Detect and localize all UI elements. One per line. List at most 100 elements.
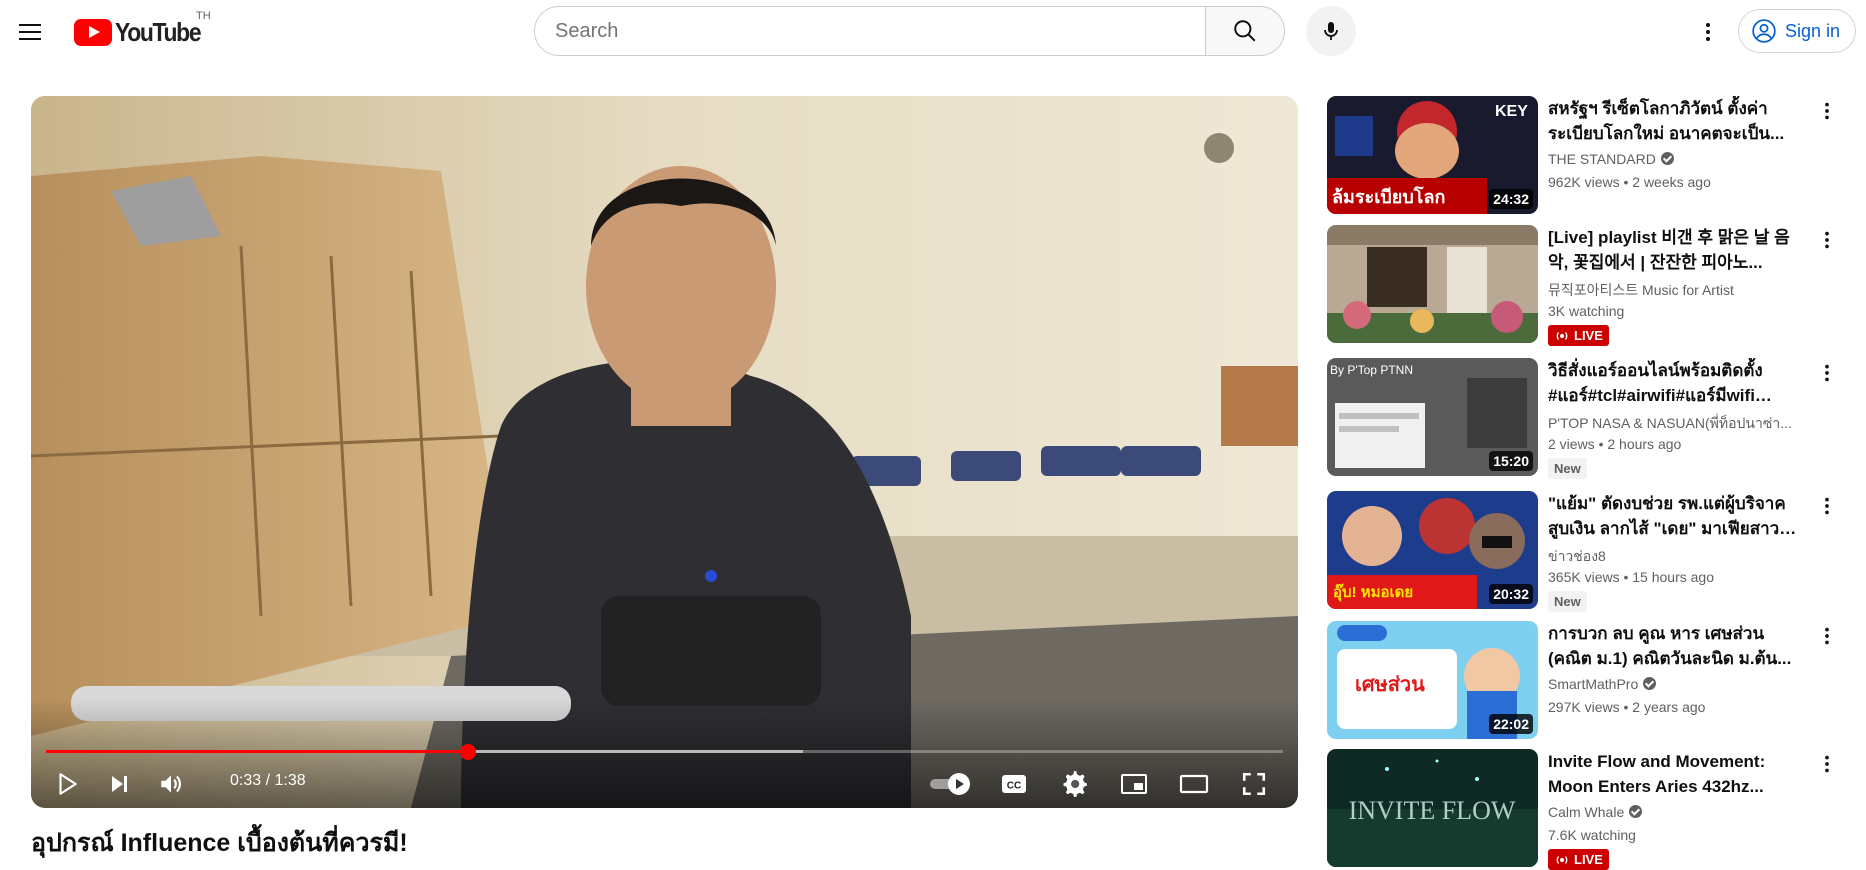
country-code: TH [196, 10, 211, 22]
video-duration: 22:02 [1489, 714, 1533, 734]
video-meta: 297K views • 2 years ago [1548, 699, 1706, 715]
video-meta: 7.6K watching [1548, 827, 1636, 843]
video-meta: 365K views • 15 hours ago [1548, 569, 1715, 585]
logo-text: YouTube [115, 16, 202, 47]
recommendation-item[interactable]: เศษส่วน 22:02 การบวก ลบ คูณ หาร เศษส่วน … [1327, 621, 1857, 739]
search-button[interactable] [1205, 6, 1285, 56]
thumbnail-image [1327, 225, 1538, 343]
recommendation-title[interactable]: Invite Flow and Movement: Moon Enters Ar… [1548, 749, 1803, 799]
video-thumbnail[interactable]: เศษส่วน 22:02 [1327, 621, 1538, 739]
video-player[interactable]: 0:33 / 1:38 CC [31, 96, 1298, 808]
more-vert-icon [1825, 755, 1829, 773]
recommendation-menu-button[interactable] [1807, 749, 1847, 779]
new-badge: New [1548, 591, 1587, 612]
scrubber-knob[interactable] [459, 744, 476, 760]
svg-text:CC: CC [1007, 781, 1021, 792]
more-vert-icon [1825, 627, 1829, 645]
recommendation-item[interactable]: INVITE FLOW Invite Flow and Movement: Mo… [1327, 749, 1857, 870]
recommendation-item[interactable]: [Live] playlist 비갠 후 맑은 날 음악, 꽃집에서 | 잔잔한… [1327, 225, 1857, 346]
live-icon [1556, 855, 1568, 864]
video-meta: 962K views • 2 weeks ago [1548, 174, 1711, 190]
settings-menu-button[interactable] [1688, 12, 1728, 52]
miniplayer-icon [1121, 774, 1147, 794]
thumbnail-text: อุ๊บ! หมอเดย [1333, 583, 1413, 602]
channel-name[interactable]: ข่าวช่อง8 [1548, 546, 1803, 568]
progress-played [46, 750, 468, 753]
mic-icon [1324, 22, 1338, 40]
recommendation-menu-button[interactable] [1807, 225, 1847, 255]
search-icon [1234, 20, 1256, 42]
more-vert-icon [1825, 497, 1829, 515]
masthead: YouTube TH Sign in [0, 0, 1866, 64]
subtitles-button[interactable]: CC [989, 760, 1039, 808]
fullscreen-button[interactable] [1229, 760, 1279, 808]
recommendation-item[interactable]: ล้มระเบียบโลก KEY 24:32 สหรัฐฯ รีเซ็ตโลก… [1327, 96, 1857, 214]
play-button[interactable] [43, 760, 91, 808]
verified-icon [1643, 677, 1657, 690]
thumbnail-text: ล้มระเบียบโลก [1332, 186, 1445, 207]
youtube-logo[interactable]: YouTube [74, 16, 212, 47]
channel-name-text: Calm Whale [1548, 804, 1625, 820]
live-badge-label: LIVE [1574, 328, 1603, 343]
channel-name[interactable]: THE STANDARD [1548, 151, 1803, 167]
voice-search-button[interactable] [1306, 6, 1356, 56]
mute-button[interactable] [147, 760, 195, 808]
autoplay-toggle-icon [930, 773, 970, 795]
video-thumbnail[interactable]: ล้มระเบียบโลก KEY 24:32 [1327, 96, 1538, 214]
recommendation-menu-button[interactable] [1807, 96, 1847, 126]
youtube-logo-icon [74, 18, 112, 46]
sign-in-button[interactable]: Sign in [1738, 9, 1856, 53]
recommendation-title[interactable]: วิธีสั่งแอร์ออนไลน์พร้อมติดตั้ง #แอร์#tc… [1548, 358, 1803, 408]
thumbnail-text: By P'Top PTNN [1330, 363, 1413, 377]
recommendation-menu-button[interactable] [1807, 491, 1847, 521]
more-vert-icon [1825, 364, 1829, 382]
time-display: 0:33 / 1:38 [230, 772, 306, 789]
fullscreen-icon [1242, 772, 1266, 796]
video-duration: 24:32 [1489, 189, 1533, 209]
video-thumbnail[interactable]: อุ๊บ! หมอเดย 20:32 [1327, 491, 1538, 609]
recommendation-title[interactable]: การบวก ลบ คูณ หาร เศษส่วน (คณิต ม.1) คณิ… [1548, 621, 1803, 671]
recommendation-title[interactable]: "แย้ม" ตัดงบช่วย รพ.แต่ผู้บริจาคสูบเงิน … [1548, 491, 1803, 541]
miniplayer-button[interactable] [1109, 760, 1159, 808]
channel-name-text: SmartMathPro [1548, 676, 1639, 692]
settings-button[interactable] [1049, 760, 1099, 808]
channel-name[interactable]: 뮤직포아티스트 Music for Artist [1548, 280, 1803, 300]
thumbnail-image: INVITE FLOW [1327, 749, 1538, 867]
play-icon [59, 773, 77, 795]
video-thumbnail[interactable]: INVITE FLOW [1327, 749, 1538, 867]
recommendation-menu-button[interactable] [1807, 621, 1847, 651]
next-icon [112, 776, 127, 792]
search-box [534, 6, 1206, 56]
channel-name-text: THE STANDARD [1548, 151, 1656, 167]
channel-name[interactable]: Calm Whale [1548, 804, 1803, 820]
recommendation-item[interactable]: อุ๊บ! หมอเดย 20:32 "แย้ม" ตัดงบช่วย รพ.แ… [1327, 491, 1857, 612]
recommendation-menu-button[interactable] [1807, 358, 1847, 388]
channel-name[interactable]: SmartMathPro [1548, 676, 1803, 692]
theater-mode-button[interactable] [1169, 760, 1219, 808]
live-icon [1556, 331, 1568, 340]
live-badge: LIVE [1548, 849, 1609, 870]
more-vert-icon [1706, 23, 1710, 41]
video-meta: 3K watching [1548, 303, 1625, 319]
next-button[interactable] [95, 760, 143, 808]
thumbnail-text: INVITE FLOW [1349, 796, 1516, 825]
menu-icon[interactable] [10, 12, 50, 52]
video-duration: 20:32 [1489, 584, 1533, 604]
video-thumbnail[interactable] [1327, 225, 1538, 343]
recommendation-title[interactable]: [Live] playlist 비갠 후 맑은 날 음악, 꽃집에서 | 잔잔한… [1548, 225, 1803, 275]
sign-in-label: Sign in [1785, 20, 1841, 41]
account-circle-icon [1752, 19, 1776, 43]
video-title: อุปกรณ์ Influence เบื้องต้นที่ควรมี! [31, 829, 408, 857]
new-badge: New [1548, 458, 1587, 479]
video-thumbnail[interactable]: By P'Top PTNN 15:20 [1327, 358, 1538, 476]
thumbnail-text: เศษส่วน [1355, 674, 1425, 696]
autoplay-toggle[interactable] [923, 760, 979, 808]
channel-name[interactable]: P'TOP NASA & NASUAN(พี่ท็อปนาซ่า... [1548, 413, 1803, 435]
more-vert-icon [1825, 231, 1829, 249]
progress-bar[interactable] [46, 744, 1283, 760]
recommendation-title[interactable]: สหรัฐฯ รีเซ็ตโลกาภิวัตน์ ตั้งค่าระเบียบโ… [1548, 96, 1803, 146]
search-input[interactable] [555, 19, 1205, 43]
recommendation-item[interactable]: By P'Top PTNN 15:20 วิธีสั่งแอร์ออนไลน์พ… [1327, 358, 1857, 479]
live-badge-label: LIVE [1574, 852, 1603, 867]
video-duration: 15:20 [1489, 451, 1533, 471]
